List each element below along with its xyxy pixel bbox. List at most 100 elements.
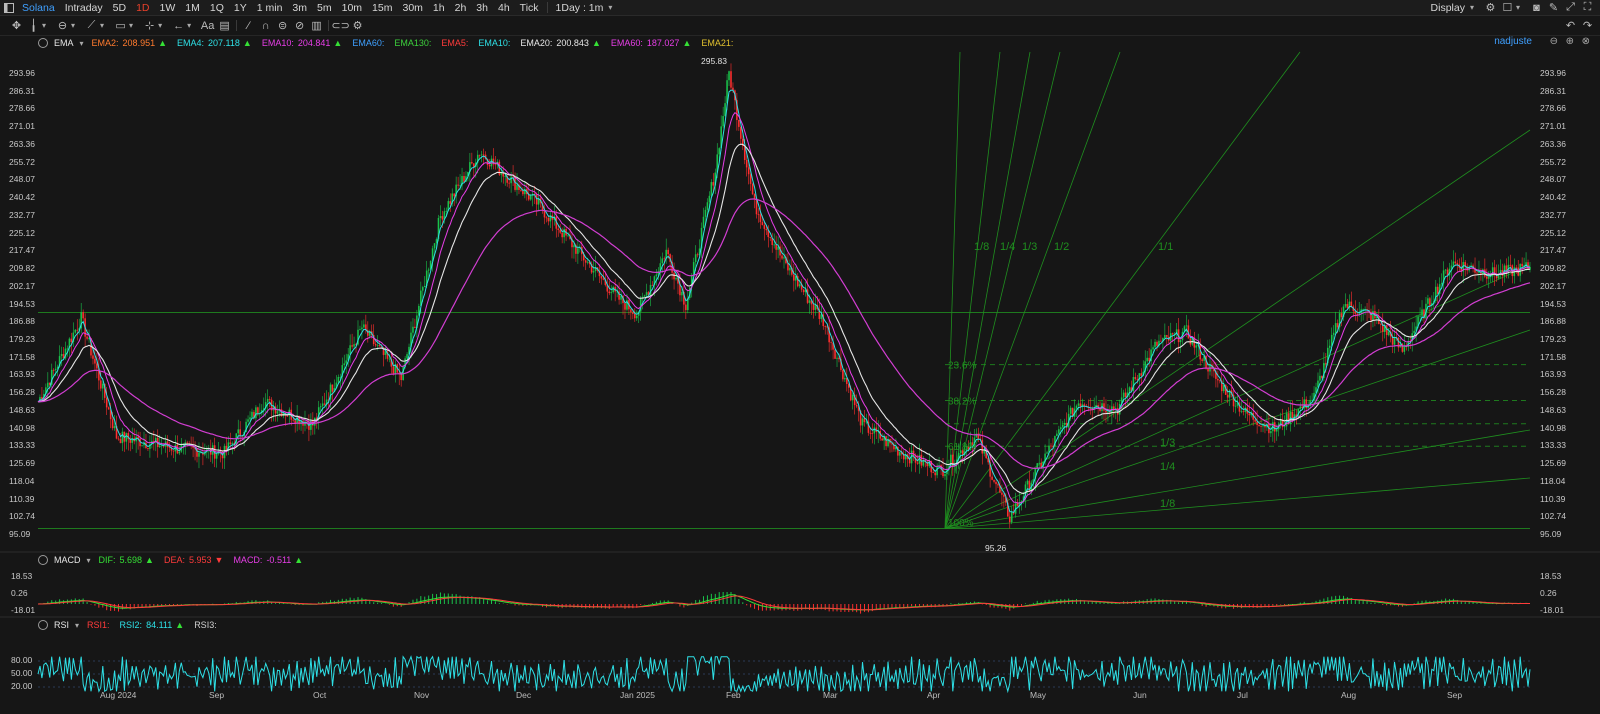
- line-tool-icon[interactable]: ⟋: [83, 18, 100, 33]
- rectangle-icon[interactable]: ▭: [112, 18, 129, 33]
- legend-item[interactable]: MACD: -0.511 ▲: [233, 555, 303, 565]
- reset-icon[interactable]: ⊗: [1582, 36, 1590, 47]
- price-axis-label: 286.31: [9, 85, 35, 96]
- panel-toggle-icon[interactable]: [0, 0, 17, 15]
- pencil-icon[interactable]: ∕: [240, 18, 257, 33]
- chevron-down-icon[interactable]: ▾: [1470, 3, 1474, 12]
- chevron-down-icon[interactable]: ▾: [158, 21, 162, 30]
- chevron-down-icon[interactable]: ▾: [1516, 3, 1520, 12]
- undo-arrow-icon[interactable]: ←: [170, 18, 187, 33]
- candle-body: [1332, 332, 1335, 335]
- chevron-down-icon[interactable]: ▾: [42, 21, 46, 30]
- redo-icon[interactable]: ↷: [1579, 18, 1596, 33]
- legend-item[interactable]: EMA130:: [394, 38, 431, 48]
- settings-icon[interactable]: ⚙: [349, 18, 366, 33]
- trash-icon[interactable]: ▥: [308, 18, 325, 33]
- period-tab[interactable]: 15m: [367, 2, 397, 14]
- arrow-up-icon: ▲: [333, 38, 343, 48]
- legend-item[interactable]: EMA20: 200.843 ▲: [520, 38, 600, 48]
- settings-icon[interactable]: [38, 555, 48, 565]
- legend-item[interactable]: EMA10: 204.841 ▲: [262, 38, 342, 48]
- period-tab[interactable]: 1M: [180, 2, 205, 14]
- period-tab[interactable]: 5D: [108, 2, 131, 14]
- settings-icon[interactable]: [38, 620, 48, 630]
- price-axis-label: 255.72: [1540, 156, 1566, 167]
- candle-body: [1065, 422, 1068, 428]
- chevron-down-icon[interactable]: ▾: [608, 3, 612, 12]
- price-axis-label: 232.77: [1540, 209, 1566, 220]
- legend-item[interactable]: EMA60:: [352, 38, 384, 48]
- candle-body: [594, 267, 597, 272]
- period-tab[interactable]: Intraday: [60, 2, 108, 14]
- settings-icon[interactable]: ⚙: [1482, 0, 1499, 15]
- period-tab[interactable]: 3m: [287, 2, 312, 14]
- chevron-down-icon[interactable]: ▾: [100, 21, 104, 30]
- settings-icon[interactable]: [38, 38, 48, 48]
- legend-item[interactable]: EMA21:: [701, 38, 733, 48]
- zoom-in-icon[interactable]: ⊕: [1566, 36, 1574, 47]
- chevron-down-icon[interactable]: ▾: [87, 556, 91, 565]
- price-axis-label: 110.39: [9, 493, 35, 504]
- chevron-down-icon[interactable]: ▾: [187, 21, 191, 30]
- symbol-name[interactable]: Solana: [17, 2, 60, 14]
- legend-item[interactable]: EMA60: 187.027 ▲: [611, 38, 691, 48]
- draw-icon[interactable]: ✎: [1545, 0, 1562, 15]
- period-tab[interactable]: 2h: [450, 2, 472, 14]
- move-icon[interactable]: ✥: [8, 18, 25, 33]
- undo-icon[interactable]: ↶: [1562, 18, 1579, 33]
- period-tab[interactable]: Tick: [515, 2, 544, 14]
- expand-icon[interactable]: ⤢: [1562, 0, 1579, 15]
- unadjusted-toggle[interactable]: nadjuste: [1494, 36, 1532, 47]
- indicator-name[interactable]: RSI: [54, 620, 69, 630]
- legend-item[interactable]: EMA4: 207.118 ▲: [177, 38, 252, 48]
- note-icon[interactable]: ▤: [216, 18, 233, 33]
- period-tab[interactable]: 1 min: [252, 2, 288, 14]
- period-tab[interactable]: 1Q: [205, 2, 229, 14]
- camera-icon[interactable]: ◙: [1528, 0, 1545, 15]
- period-tab[interactable]: 1D: [131, 2, 154, 14]
- legend-item[interactable]: RSI3:: [194, 620, 217, 630]
- legend-item[interactable]: DEA: 5.953 ▼: [164, 555, 223, 565]
- period-tab[interactable]: 10m: [337, 2, 367, 14]
- legend-item[interactable]: EMA2: 208.951 ▲: [92, 38, 167, 48]
- candle-body: [516, 184, 518, 190]
- period-tab[interactable]: 5m: [312, 2, 337, 14]
- candle-body: [288, 409, 291, 416]
- candle-body: [1486, 276, 1488, 279]
- magnet-icon[interactable]: ∩: [257, 18, 274, 33]
- gann-fan-label: 1/2: [1054, 241, 1069, 253]
- interval-select[interactable]: 1Day : 1m: [551, 2, 609, 14]
- legend-item[interactable]: DIF: 5.698 ▲: [99, 555, 154, 565]
- crosshair-icon[interactable]: ⊖: [54, 18, 71, 33]
- legend-item[interactable]: RSI1:: [87, 620, 110, 630]
- legend-item[interactable]: EMA5:: [441, 38, 468, 48]
- price-chart[interactable]: 295.83 95.26 1/8 1/4 1/3 1/2 1/1 1/3 1/4 1/8 23.6%…: [0, 0, 1600, 714]
- time-axis-label: Jul: [1237, 690, 1248, 700]
- indicator-name[interactable]: EMA: [54, 38, 74, 48]
- candle-body: [1201, 359, 1203, 361]
- window-icon[interactable]: ☐: [1499, 0, 1516, 15]
- chevron-down-icon[interactable]: ▾: [71, 21, 75, 30]
- period-tab[interactable]: 1Y: [229, 2, 252, 14]
- period-tab[interactable]: 30m: [397, 2, 427, 14]
- period-tab[interactable]: 1W: [155, 2, 181, 14]
- fullscreen-icon[interactable]: ⛶: [1579, 0, 1596, 15]
- period-tab[interactable]: 4h: [493, 2, 515, 14]
- link-icon[interactable]: ⊂⊃: [331, 18, 349, 33]
- legend-item[interactable]: RSI2: 84.111 ▲: [120, 620, 185, 630]
- period-tab[interactable]: 3h: [471, 2, 493, 14]
- cursor-icon[interactable]: ╽: [25, 18, 42, 33]
- hide-icon[interactable]: ⊘: [291, 18, 308, 33]
- legend-item[interactable]: EMA10:: [478, 38, 510, 48]
- chevron-down-icon[interactable]: ▾: [129, 21, 133, 30]
- lock-icon[interactable]: ⊜: [274, 18, 291, 33]
- period-tab[interactable]: 1h: [428, 2, 450, 14]
- measure-icon[interactable]: ⊹: [141, 18, 158, 33]
- text-icon[interactable]: Aa: [199, 18, 216, 33]
- zoom-out-icon[interactable]: ⊖: [1550, 36, 1558, 47]
- display-menu[interactable]: Display: [1426, 2, 1470, 14]
- chevron-down-icon[interactable]: ▾: [80, 39, 84, 48]
- candle-body: [56, 366, 59, 369]
- indicator-name[interactable]: MACD: [54, 555, 81, 565]
- chevron-down-icon[interactable]: ▾: [75, 621, 79, 630]
